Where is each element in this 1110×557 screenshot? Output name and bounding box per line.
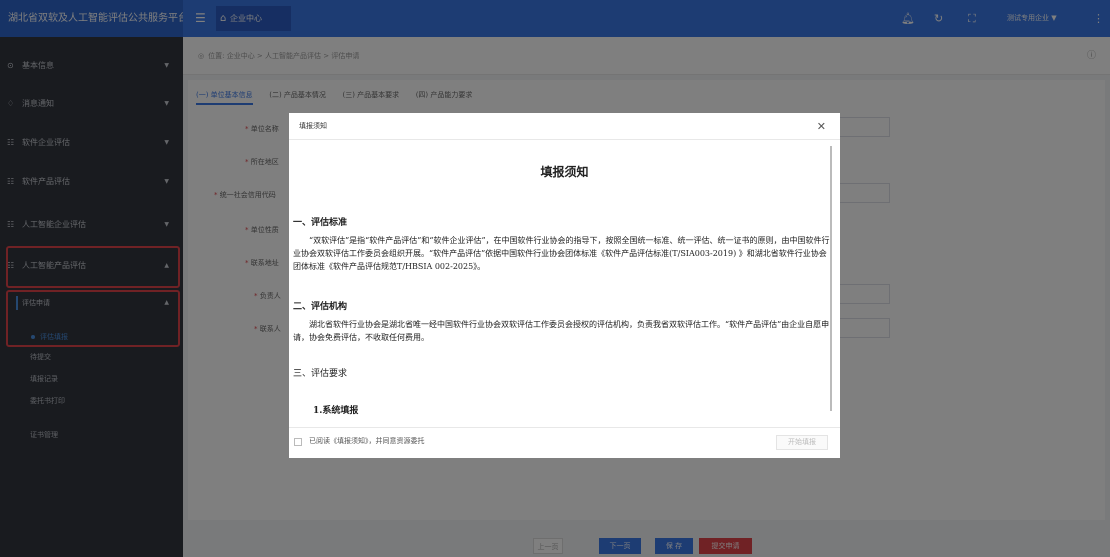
scrollbar[interactable]	[830, 146, 832, 411]
dialog-body[interactable]: 填报须知 一、评估标准 “双软评估”是指“软件产品评估”和“软件企业评估”，在中…	[289, 140, 840, 427]
close-icon[interactable]: ✕	[817, 113, 826, 140]
start-fill-button[interactable]: 开始填报	[776, 435, 828, 450]
dialog-title: 填报须知	[540, 165, 589, 179]
agree-checkbox[interactable]	[294, 438, 302, 446]
section-subheading-system: 1.系统填报	[313, 406, 359, 416]
dialog-header-title: 填报须知	[299, 122, 327, 130]
section-text-standard: “双软评估”是指“软件产品评估”和“软件企业评估”，在中国软件行业协会的指导下，…	[293, 236, 830, 271]
notice-dialog: 填报须知 ✕ 填报须知 一、评估标准 “双软评估”是指“软件产品评估”和“软件企…	[289, 113, 840, 458]
section-heading-requirements: 三、评估要求	[293, 369, 348, 379]
section-text-institution: 湖北省软件行业协会是湖北省唯一经中国软件行业协会双软评估工作委员会授权的评估机构…	[293, 320, 830, 342]
section-heading-standard: 一、评估标准	[293, 218, 348, 228]
agree-label[interactable]: 已阅读《填报须知》，并同意资源委托	[309, 436, 425, 446]
dialog-header: 填报须知 ✕	[289, 113, 840, 140]
dialog-footer: 已阅读《填报须知》，并同意资源委托 开始填报	[289, 427, 840, 458]
section-heading-institution: 二、评估机构	[293, 302, 348, 312]
